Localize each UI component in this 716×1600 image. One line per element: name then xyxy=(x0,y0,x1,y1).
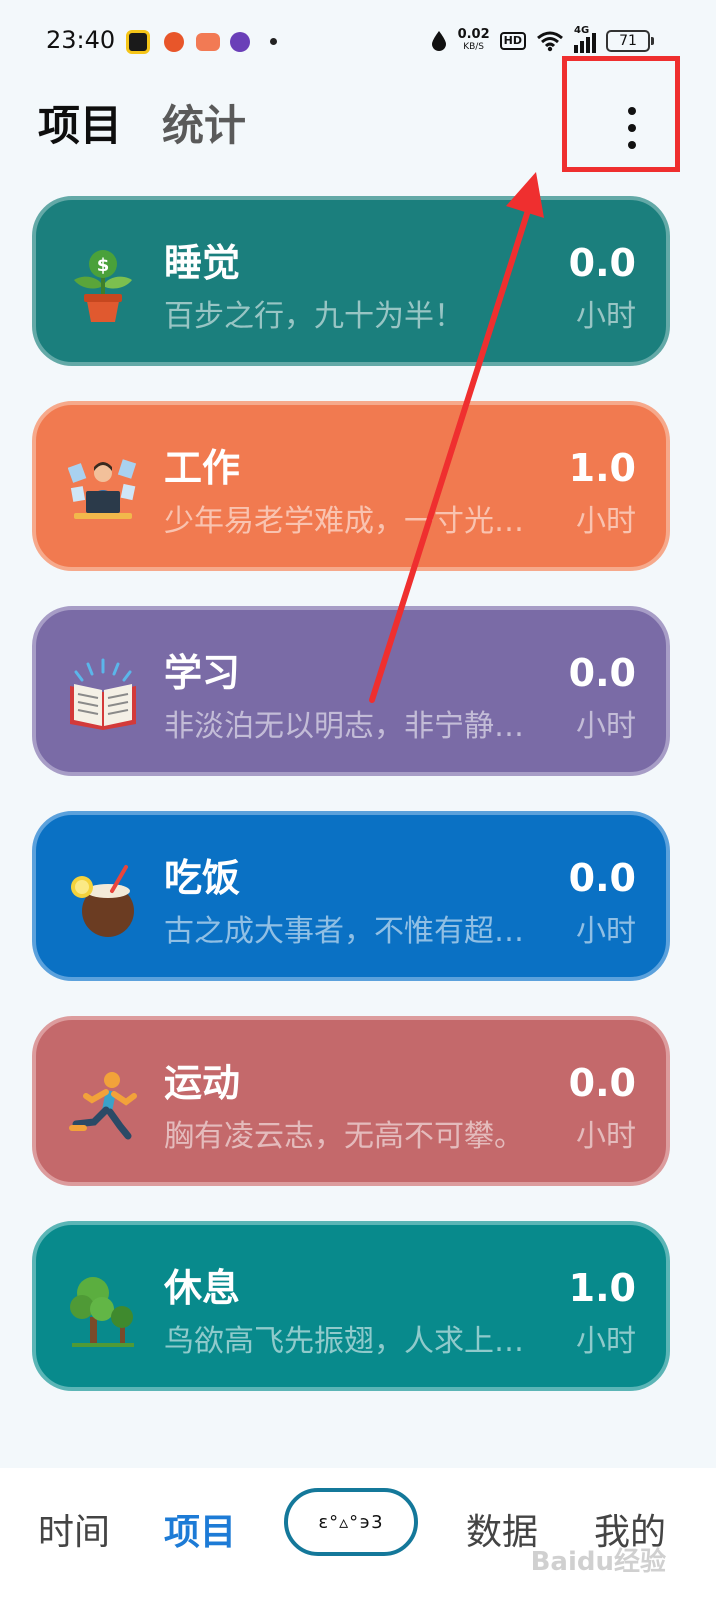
nav-projects[interactable]: 项目 xyxy=(164,1510,236,1556)
annotation-arrow xyxy=(369,172,544,703)
watermark: Baidu经验 xyxy=(530,1547,666,1577)
bottom-navigation: 时间 项目 ε°▵°϶3 数据 我的 Baidu经验 xyxy=(0,1468,716,1600)
app-screen: 23:40 0.02 KB/S HD 4G 71 项目 统计 $ 睡觉 百步之行… xyxy=(0,0,716,1600)
nav-time[interactable]: 时间 xyxy=(38,1510,110,1556)
center-action-button[interactable]: ε°▵°϶3 xyxy=(284,1488,418,1556)
nav-data[interactable]: 数据 xyxy=(466,1510,538,1556)
